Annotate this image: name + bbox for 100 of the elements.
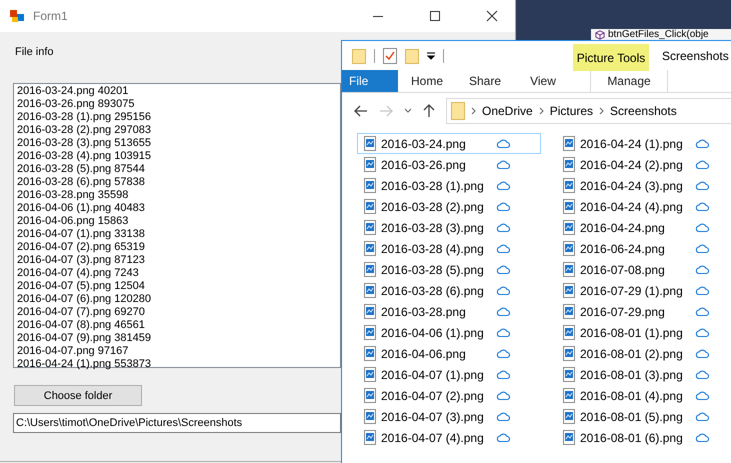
file-item[interactable]: 2016-03-26.png — [357, 154, 541, 175]
code-tab[interactable]: btnGetFiles_Click(obje — [591, 29, 731, 40]
image-file-icon — [364, 409, 376, 424]
list-item[interactable]: 2016-04-07 (2).png 65319 — [17, 241, 145, 254]
cloud-icon — [496, 139, 510, 148]
list-item[interactable]: 2016-04-07 (5).png 12504 — [17, 280, 145, 293]
file-item[interactable]: 2016-04-24 (4).png — [556, 196, 731, 217]
breadcrumb-item[interactable]: Screenshots — [610, 104, 677, 118]
image-file-icon — [364, 304, 376, 319]
window-title: Form1 — [33, 9, 68, 23]
file-item[interactable]: 2016-04-24 (1).png — [556, 133, 731, 154]
file-item[interactable]: 2016-08-01 (3).png — [556, 364, 731, 385]
list-item[interactable]: 2016-04-07.png 97167 — [17, 345, 128, 358]
file-list-box[interactable] — [13, 83, 341, 368]
image-file-icon — [563, 262, 575, 277]
list-item[interactable]: 2016-04-07 (9).png 381459 — [17, 332, 151, 345]
image-file-icon — [364, 157, 376, 172]
file-item[interactable]: 2016-08-01 (4).png — [556, 385, 731, 406]
cloud-icon — [496, 223, 510, 232]
path-field[interactable]: C:\Users\timot\OneDrive\Pictures\Screenshots — [13, 413, 341, 433]
image-file-icon — [563, 409, 575, 424]
image-file-icon — [563, 430, 575, 445]
cloud-icon — [496, 412, 510, 421]
file-item[interactable]: 2016-04-07 (3).png — [357, 406, 541, 427]
file-item[interactable]: 2016-06-24.png — [556, 238, 731, 259]
list-item[interactable]: 2016-04-07 (4).png 7243 — [17, 267, 139, 280]
breadcrumb-item[interactable]: OneDrive — [482, 104, 533, 118]
folder-icon — [451, 102, 465, 120]
file-item[interactable]: 2016-03-28.png — [357, 301, 541, 322]
file-item[interactable]: 2016-04-24 (3).png — [556, 175, 731, 196]
list-item[interactable]: 2016-03-28 (1).png 295156 — [17, 111, 151, 124]
choose-folder-button[interactable]: Choose folder — [14, 385, 142, 406]
cloud-icon — [496, 370, 510, 379]
image-file-icon — [364, 262, 376, 277]
image-file-icon — [364, 346, 376, 361]
image-file-icon — [364, 283, 376, 298]
list-item[interactable]: 2016-03-24.png 40201 — [17, 85, 128, 98]
file-item[interactable]: 2016-03-28 (2).png — [357, 196, 541, 217]
close-icon[interactable] — [486, 10, 498, 22]
file-item[interactable]: 2016-03-28 (6).png — [357, 280, 541, 301]
file-item[interactable]: 2016-03-28 (1).png — [357, 175, 541, 196]
file-item[interactable]: 2016-04-06.png — [357, 343, 541, 364]
cloud-icon — [695, 370, 709, 379]
file-item[interactable]: 2016-03-28 (4).png — [357, 238, 541, 259]
cloud-icon — [496, 391, 510, 400]
cloud-icon — [695, 244, 709, 253]
file-item[interactable]: 2016-07-29.png — [556, 301, 731, 322]
file-item[interactable]: 2016-08-01 (2).png — [556, 343, 731, 364]
cloud-icon — [496, 160, 510, 169]
list-item[interactable]: 2016-03-28 (5).png 87544 — [17, 163, 145, 176]
list-item[interactable]: 2016-04-07 (3).png 87123 — [17, 254, 145, 267]
list-item[interactable]: 2016-04-07 (7).png 69270 — [17, 306, 145, 319]
list-item[interactable]: 2016-04-07 (8).png 46561 — [17, 319, 145, 332]
cloud-icon — [695, 412, 709, 421]
back-arrow-icon[interactable] — [354, 105, 368, 117]
file-item[interactable]: 2016-04-24 (2).png — [556, 154, 731, 175]
dropdown-icon[interactable] — [427, 52, 435, 60]
up-arrow-icon[interactable] — [423, 104, 435, 118]
breadcrumb-item[interactable]: Pictures — [550, 104, 594, 118]
list-item[interactable]: 2016-04-07 (1).png 33138 — [17, 228, 145, 241]
image-file-icon — [364, 199, 376, 214]
file-item[interactable]: 2016-04-24.png — [556, 217, 731, 238]
list-item[interactable]: 2016-03-28.png 35598 — [17, 189, 128, 202]
window-title: Screenshots — [662, 49, 729, 63]
file-item[interactable]: 2016-04-07 (4).png — [357, 427, 541, 448]
image-file-icon — [364, 178, 376, 193]
list-item[interactable]: 2016-03-26.png 893075 — [17, 98, 134, 111]
file-item[interactable]: 2016-03-28 (3).png — [357, 217, 541, 238]
file-item[interactable]: 2016-08-01 (5).png — [556, 406, 731, 427]
maximize-icon[interactable] — [429, 10, 441, 22]
file-item[interactable]: 2016-07-29 (1).png — [556, 280, 731, 301]
cloud-icon — [695, 202, 709, 211]
list-item[interactable]: 2016-03-28 (6).png 57838 — [17, 176, 145, 189]
list-item[interactable]: 2016-04-06 (1).png 40483 — [17, 202, 145, 215]
list-item[interactable]: 2016-03-28 (4).png 103915 — [17, 150, 151, 163]
address-bar[interactable]: OneDrive Pictures Screenshots — [446, 98, 731, 124]
ribbon-tab[interactable]: File — [342, 70, 398, 92]
file-item[interactable]: 2016-03-28 (5).png — [357, 259, 541, 280]
file-item[interactable]: 2016-04-07 (1).png — [357, 364, 541, 385]
image-file-icon — [563, 157, 575, 172]
list-item[interactable]: 2016-04-06.png 15863 — [17, 215, 128, 228]
file-item[interactable]: 2016-08-01 (1).png — [556, 322, 731, 343]
image-file-icon — [563, 325, 575, 340]
file-item[interactable]: 2016-07-08.png — [556, 259, 731, 280]
image-file-icon — [364, 136, 376, 151]
file-item[interactable]: 2016-04-07 (2).png — [357, 385, 541, 406]
image-file-icon — [364, 430, 376, 445]
file-item[interactable]: 2016-03-24.png — [357, 133, 541, 154]
chevron-down-icon[interactable] — [404, 108, 412, 114]
properties-icon[interactable] — [383, 48, 397, 64]
list-item[interactable]: 2016-03-28 (3).png 513655 — [17, 137, 151, 150]
list-item[interactable]: 2016-04-07 (6).png 120280 — [17, 293, 151, 306]
file-item[interactable]: 2016-04-06 (1).png — [357, 322, 541, 343]
cloud-icon — [496, 349, 510, 358]
ribbon-tab[interactable]: Manage — [590, 70, 668, 92]
list-item[interactable]: 2016-04-24 (1).png 553873 — [17, 358, 151, 371]
list-item[interactable]: 2016-03-28 (2).png 297083 — [17, 124, 151, 137]
cloud-icon — [496, 265, 510, 274]
file-item[interactable]: 2016-08-01 (6).png — [556, 427, 731, 448]
cloud-icon — [496, 244, 510, 253]
